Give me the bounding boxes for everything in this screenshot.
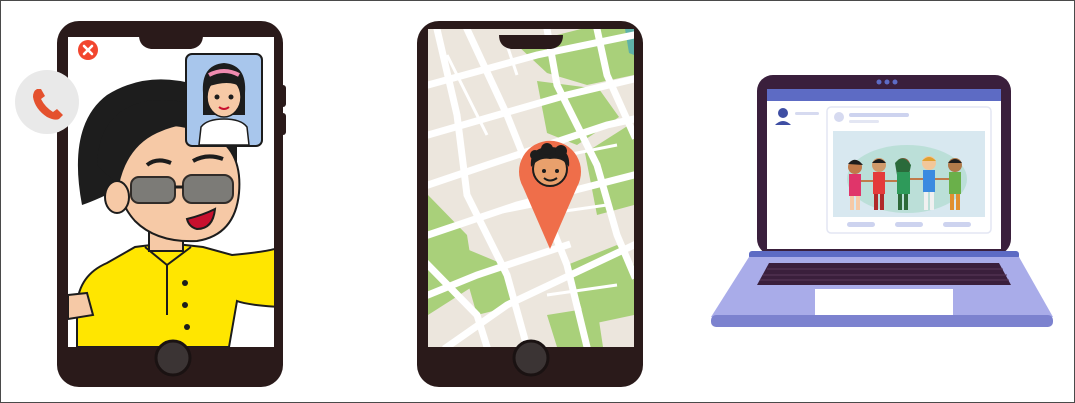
illustration-canvas	[0, 0, 1075, 403]
trackpad[interactable]	[815, 289, 953, 315]
self-view-thumbnail[interactable]	[185, 53, 263, 149]
location-pin-icon[interactable]	[517, 133, 583, 251]
comment-button[interactable]	[895, 222, 923, 227]
map-phone	[367, 15, 657, 395]
home-button[interactable]	[154, 339, 192, 377]
home-button[interactable]	[512, 339, 550, 377]
like-button[interactable]	[847, 222, 875, 227]
app-header	[767, 89, 1001, 101]
laptop	[707, 71, 1057, 336]
phone-icon[interactable]	[13, 69, 81, 135]
share-button[interactable]	[943, 222, 971, 227]
close-icon[interactable]	[77, 39, 99, 61]
keyboard[interactable]	[757, 263, 1011, 285]
